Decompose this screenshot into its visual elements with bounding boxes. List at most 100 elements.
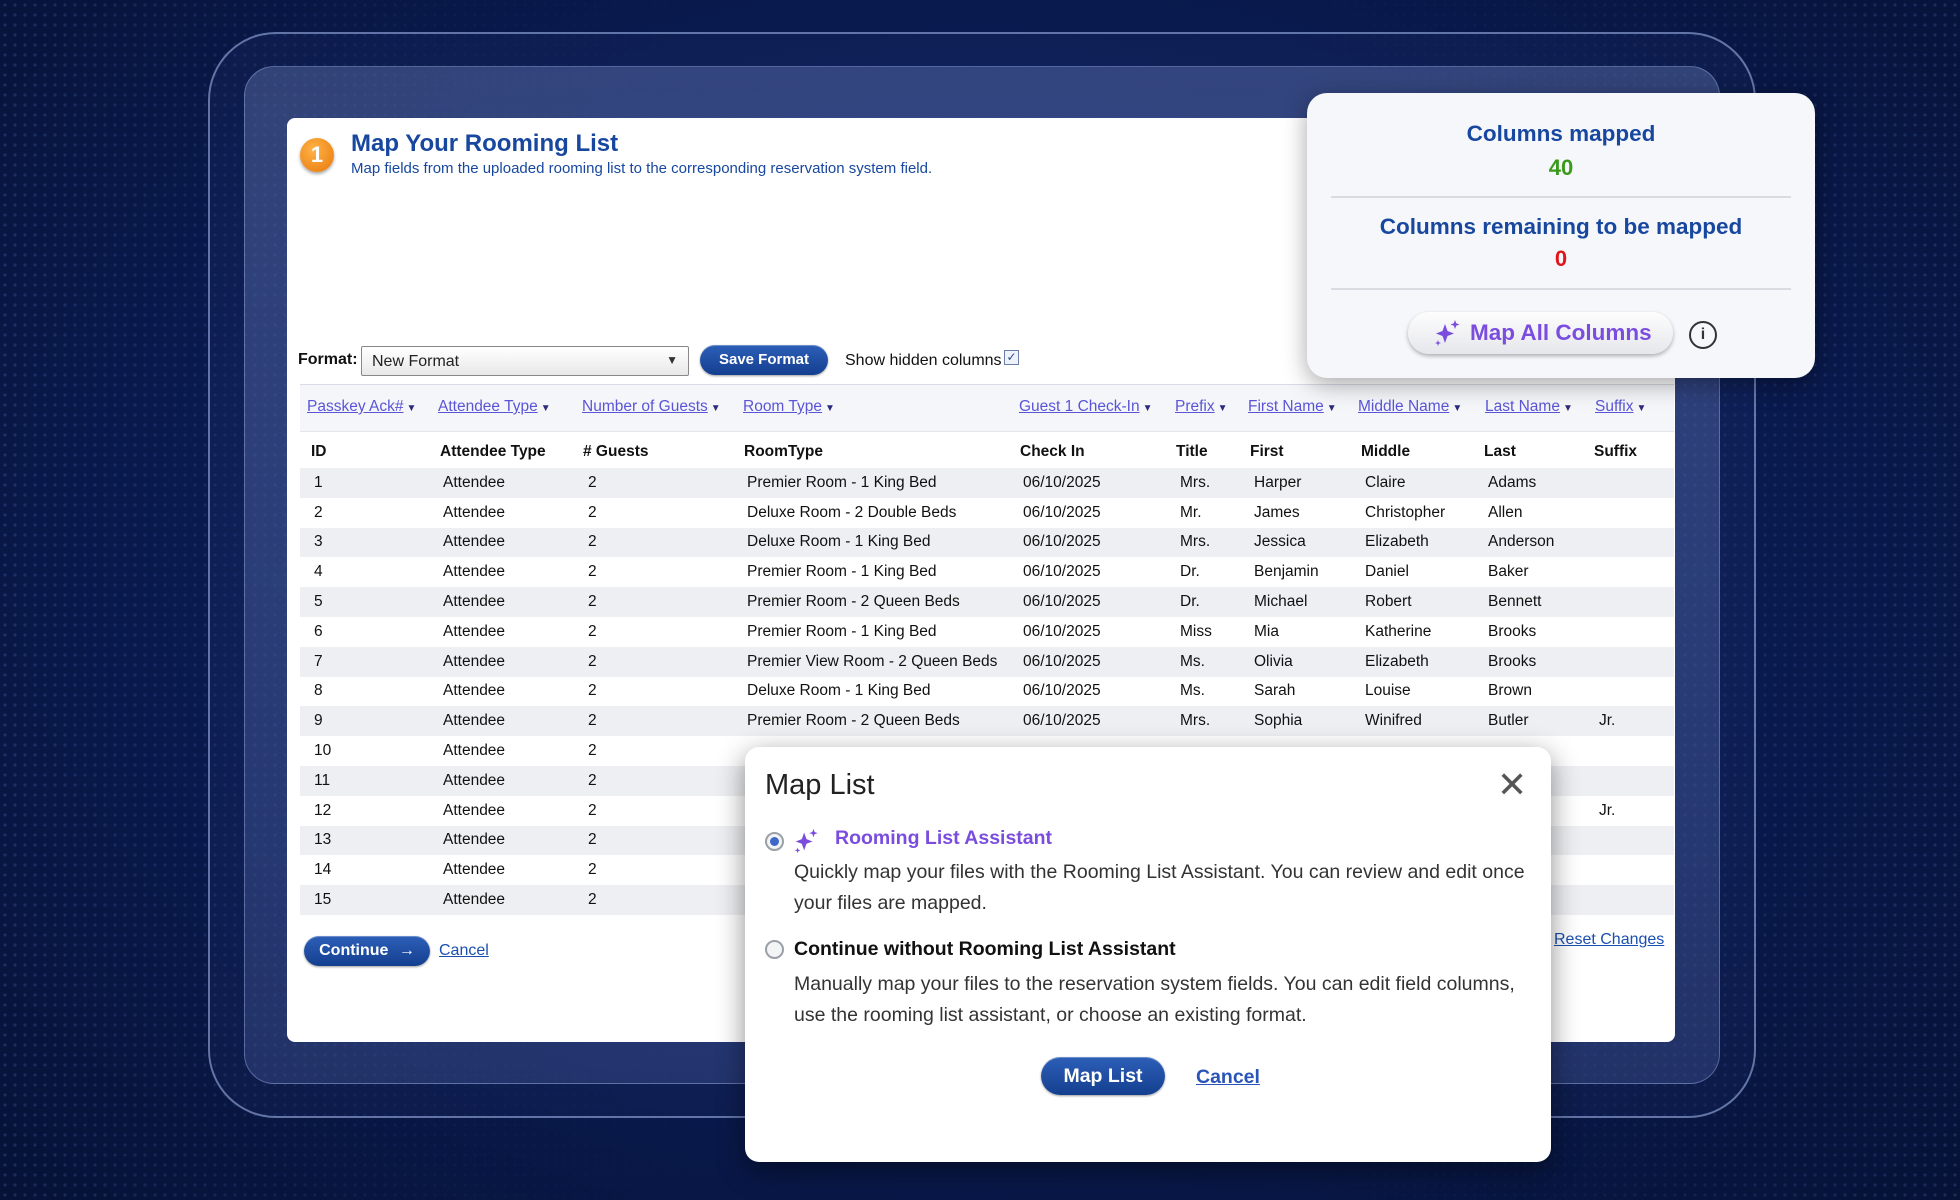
- mapping-link-passkey-ack[interactable]: Passkey Ack# ▼: [307, 398, 416, 416]
- table-cell: 2: [583, 468, 744, 498]
- table-cell: [1594, 677, 1674, 707]
- table-cell: 06/10/2025: [1023, 503, 1101, 521]
- table-cell: Attendee: [440, 765, 583, 796]
- format-select[interactable]: New Format ▼: [361, 346, 689, 376]
- mapping-link-label: Attendee Type: [438, 398, 538, 415]
- table-cell: Sophia: [1250, 706, 1361, 737]
- table-cell: 1: [300, 468, 440, 498]
- table-cell: Jessica: [1250, 527, 1361, 558]
- table-cell: [1594, 557, 1674, 587]
- table-cell: [1594, 885, 1674, 915]
- table-cell: 13: [300, 825, 440, 856]
- map-all-columns-button[interactable]: Map All Columns: [1408, 312, 1673, 354]
- table-cell: 7: [300, 646, 440, 677]
- column-header: Last: [1484, 443, 1516, 460]
- caret-down-icon: ▼: [540, 403, 551, 414]
- table-cell: 4: [314, 563, 323, 581]
- mapping-link-label: First Name: [1248, 398, 1324, 415]
- modal-title: Map List: [765, 769, 875, 801]
- table-cell: Attendee: [443, 503, 506, 521]
- table-cell: Attendee: [443, 622, 506, 640]
- column-header: Title: [1176, 443, 1208, 460]
- table-cell: 06/10/2025: [1023, 622, 1101, 640]
- table-cell: 2: [583, 646, 744, 677]
- table-row: 4 Attendee 2 Premier Room - 1 King Bed 06/10…: [300, 557, 1674, 587]
- column-header: Check In: [1020, 443, 1085, 460]
- table-cell: Sarah: [1254, 682, 1296, 700]
- table-cell: Attendee: [443, 563, 506, 581]
- table-cell: Ms.: [1180, 682, 1205, 700]
- map-list-button[interactable]: Map List: [1041, 1057, 1165, 1095]
- column-header: # Guests: [583, 443, 649, 460]
- table-cell: 5: [300, 587, 440, 617]
- cancel-link[interactable]: Cancel: [439, 942, 489, 960]
- modal-cancel-link[interactable]: Cancel: [1196, 1066, 1260, 1089]
- continue-button-label: Continue: [319, 942, 389, 959]
- table-cell: Dr.: [1180, 563, 1200, 581]
- table-cell: Attendee: [443, 682, 506, 700]
- table-cell: Robert: [1361, 587, 1484, 617]
- info-icon[interactable]: i: [1689, 321, 1717, 349]
- table-cell: 14: [314, 861, 332, 879]
- manual-radio[interactable]: [765, 940, 784, 959]
- page-title: Map Your Rooming List: [351, 130, 619, 157]
- table-cell: Jr.: [1599, 801, 1616, 819]
- table-cell: Baker: [1488, 563, 1529, 581]
- sparkle-icon: [794, 828, 818, 854]
- mapping-link-guest-1-check-in[interactable]: Guest 1 Check-In ▼: [1019, 398, 1153, 416]
- save-format-button[interactable]: Save Format: [700, 345, 828, 375]
- table-cell: Bennett: [1484, 587, 1594, 617]
- table-cell: 6: [314, 622, 323, 640]
- table-cell: 3: [300, 527, 440, 558]
- table-cell: 2: [583, 765, 744, 796]
- table-cell: [1594, 765, 1674, 796]
- table-row: 6 Attendee 2 Premier Room - 1 King Bed 06/10…: [300, 617, 1674, 647]
- mapping-link-first-name[interactable]: First Name ▼: [1248, 398, 1337, 416]
- mapping-link-room-type[interactable]: Room Type ▼: [743, 398, 835, 416]
- reset-changes-link[interactable]: Reset Changes: [1554, 931, 1664, 949]
- table-cell: 2: [583, 587, 744, 617]
- close-icon[interactable]: ✕: [1497, 767, 1527, 803]
- show-hidden-checkbox[interactable]: ✓: [1004, 350, 1019, 365]
- column-header: Suffix: [1594, 443, 1638, 460]
- table-cell: [1594, 468, 1674, 498]
- column-mapping-row: Passkey Ack# ▼ Attendee Type ▼ Number of G…: [300, 384, 1674, 432]
- caret-down-icon: ▼: [1217, 403, 1228, 414]
- mapping-link-prefix[interactable]: Prefix ▼: [1175, 398, 1228, 416]
- mapping-link-number-of-guests[interactable]: Number of Guests ▼: [582, 398, 721, 416]
- assistant-option-title[interactable]: Rooming List Assistant: [835, 827, 1052, 850]
- format-bar: Format: New Format ▼ Save Format Show hi…: [298, 345, 1058, 377]
- manual-option-title[interactable]: Continue without Rooming List Assistant: [794, 938, 1176, 961]
- table-row: 2 Attendee 2 Deluxe Room - 2 Double Beds 06/…: [300, 498, 1674, 528]
- table-cell: Winifred: [1361, 706, 1484, 737]
- table-cell: Premier Room - 1 King Bed: [747, 622, 937, 640]
- divider: [1331, 288, 1791, 290]
- continue-button[interactable]: Continue →: [304, 936, 430, 966]
- mapping-link-label: Number of Guests: [582, 398, 708, 415]
- mapping-link-label: Prefix: [1175, 398, 1215, 415]
- table-cell: 2: [583, 825, 744, 856]
- mapping-link-label: Suffix: [1595, 398, 1634, 415]
- mapping-link-middle-name[interactable]: Middle Name ▼: [1358, 398, 1462, 416]
- table-cell: [1594, 855, 1674, 885]
- table-cell: 06/10/2025: [1020, 468, 1176, 498]
- mapping-link-attendee-type[interactable]: Attendee Type ▼: [438, 398, 551, 416]
- table-cell: 2: [588, 861, 597, 879]
- format-select-value: New Format: [372, 353, 460, 370]
- table-row: 1 Attendee 2 Premier Room - 1 King Bed 06/10…: [300, 468, 1674, 498]
- table-cell: [1594, 587, 1674, 617]
- column-header: RoomType: [744, 443, 823, 460]
- map-list-modal: Map List ✕ Rooming List Assistant Quickl…: [745, 747, 1551, 1162]
- table-cell: 11: [300, 765, 440, 796]
- columns-remaining-label: Columns remaining to be mapped: [1379, 214, 1743, 239]
- mapping-link-last-name[interactable]: Last Name ▼: [1485, 398, 1573, 416]
- arrow-right-icon: →: [398, 942, 415, 959]
- table-row: 5 Attendee 2 Premier Room - 2 Queen Beds 06/…: [300, 587, 1674, 617]
- table-cell: Louise: [1365, 682, 1411, 700]
- table-row: 7 Attendee 2 Premier View Room - 2 Queen Be…: [300, 646, 1674, 677]
- assistant-radio[interactable]: [765, 832, 784, 851]
- table-cell: [1594, 736, 1674, 766]
- table-cell: Premier Room - 2 Queen Beds: [744, 706, 1020, 737]
- table-cell: Attendee: [440, 885, 583, 915]
- mapping-link-suffix[interactable]: Suffix ▼: [1595, 398, 1646, 416]
